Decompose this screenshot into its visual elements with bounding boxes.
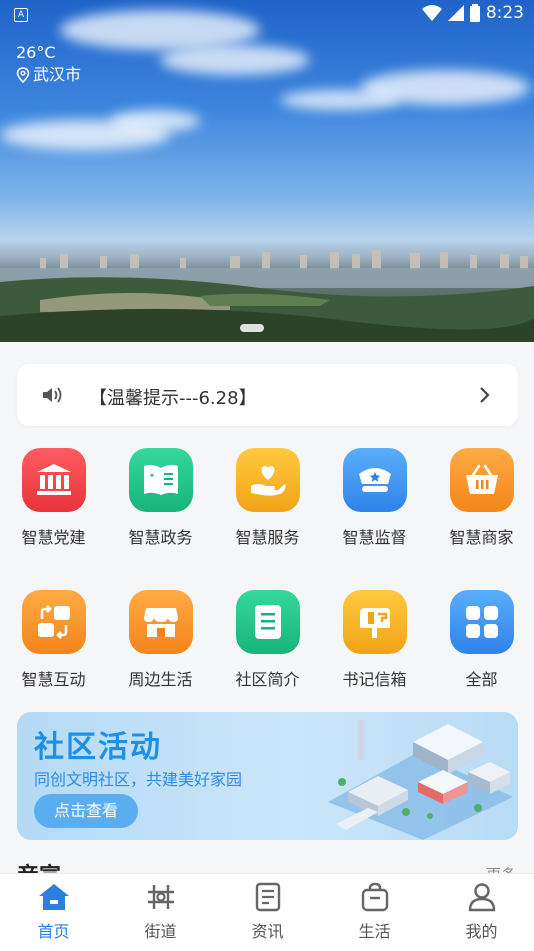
user-icon	[468, 883, 495, 912]
basket-icon	[449, 448, 514, 512]
temperature: 26°C	[16, 43, 56, 62]
status-bar: A 8:23	[0, 0, 534, 30]
services-grid: 智慧党建 智慧政务 智慧服务 智慧监督 智慧商家 智慧互动 周边生活 社区简介 …	[0, 448, 534, 698]
news-icon	[255, 882, 280, 912]
tab-street[interactable]: 街道	[107, 882, 214, 942]
document-icon	[235, 590, 300, 654]
service-item[interactable]: 智慧商家	[428, 448, 534, 548]
service-item[interactable]: 全部	[428, 590, 534, 690]
battery-icon	[469, 4, 480, 22]
speaker-icon	[43, 387, 62, 403]
service-item[interactable]: 周边生活	[107, 590, 214, 690]
service-label: 书记信箱	[342, 670, 407, 689]
service-label: 智慧政务	[128, 528, 193, 547]
tab-label: 生活	[358, 922, 391, 941]
home-icon	[38, 884, 69, 910]
bag-icon	[361, 882, 388, 912]
tab-mine[interactable]: 我的	[428, 882, 534, 942]
weather-widget[interactable]: 26°C 武汉市	[16, 42, 81, 86]
notice-bar[interactable]: 【温馨提示---6.28】	[17, 364, 518, 426]
wifi-icon	[421, 5, 442, 21]
service-item[interactable]: 书记信箱	[321, 590, 428, 690]
community-activity-banner[interactable]: 社区活动 同创文明社区，共建美好家园 点击查看	[17, 712, 518, 840]
service-item[interactable]: 智慧党建	[0, 448, 107, 548]
building-icon	[21, 448, 86, 512]
heart-hand-icon	[235, 448, 300, 512]
book-icon	[128, 448, 193, 512]
signal-icon	[447, 5, 464, 21]
activity-subtitle: 同创文明社区，共建美好家园	[34, 770, 243, 789]
service-label: 智慧互动	[21, 670, 86, 689]
tab-label: 我的	[465, 922, 498, 941]
notification-icon: A	[14, 8, 28, 22]
status-time: 8:23	[485, 3, 524, 23]
location-pin-icon	[16, 67, 30, 83]
police-cap-icon	[342, 448, 407, 512]
service-item[interactable]: 智慧政务	[107, 448, 214, 548]
notice-text: 【温馨提示---6.28】	[89, 388, 257, 409]
bottom-tab-bar: 首页 街道 资讯 生活 我的	[0, 873, 534, 951]
service-label: 全部	[465, 670, 498, 689]
service-item[interactable]: 智慧监督	[321, 448, 428, 548]
street-icon	[147, 885, 174, 909]
interact-icon	[21, 590, 86, 654]
activity-title: 社区活动	[34, 730, 162, 765]
service-label: 智慧监督	[342, 528, 407, 547]
view-activity-button[interactable]: 点击查看	[34, 794, 138, 828]
service-label: 智慧服务	[235, 528, 300, 547]
tab-life[interactable]: 生活	[321, 882, 428, 942]
tab-label: 首页	[37, 922, 70, 941]
service-label: 周边生活	[128, 670, 193, 689]
mailbox-icon	[342, 590, 407, 654]
chevron-right-icon[interactable]	[478, 386, 490, 404]
service-label: 智慧商家	[449, 528, 514, 547]
tab-label: 街道	[144, 922, 177, 941]
service-item[interactable]: 智慧服务	[214, 448, 321, 548]
shop-icon	[128, 590, 193, 654]
tab-label: 资讯	[251, 922, 284, 941]
service-label: 社区简介	[235, 670, 300, 689]
service-item[interactable]: 社区简介	[214, 590, 321, 690]
tab-news[interactable]: 资讯	[214, 882, 321, 942]
city-name: 武汉市	[33, 65, 82, 84]
service-label: 智慧党建	[21, 528, 86, 547]
city-illustration	[328, 720, 513, 840]
tab-home[interactable]: 首页	[0, 882, 107, 942]
grid-icon	[449, 590, 514, 654]
carousel-indicator[interactable]	[240, 324, 264, 332]
service-item[interactable]: 智慧互动	[0, 590, 107, 690]
